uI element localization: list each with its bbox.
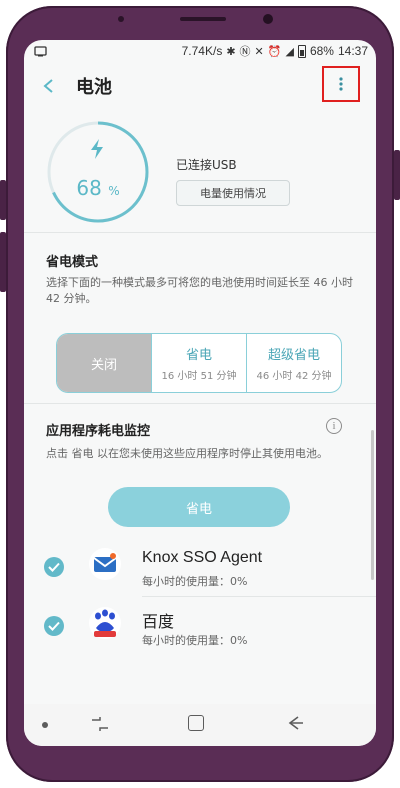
more-options-button[interactable]: [322, 66, 360, 102]
page-title: 电池: [76, 77, 112, 98]
checkmark-icon: [48, 621, 60, 631]
status-bar: 7.74K/s ✱ Ⓝ ✕ ⏰ ◢ 68% 14:37: [24, 40, 376, 62]
mode-off[interactable]: 关闭: [57, 334, 151, 392]
recent-apps-icon[interactable]: [90, 715, 110, 733]
knox-envelope-icon: [89, 548, 121, 580]
battery-percent-sign: %: [108, 184, 120, 198]
save-power-button[interactable]: 省电: [108, 487, 290, 527]
battery-icon: [297, 44, 306, 58]
mode-ultra-saving-time: 46 小时 42 分钟: [256, 371, 332, 382]
info-icon[interactable]: i: [326, 418, 342, 434]
back-button[interactable]: [30, 67, 68, 105]
network-speed: 7.74K/s: [181, 44, 223, 58]
list-item[interactable]: Knox SSO Agent 每小时的使用量：0%: [24, 539, 376, 597]
signal-icon: ◢: [285, 45, 294, 58]
baidu-paw-icon: [89, 607, 121, 639]
app-monitor-description: 点击 省电 以在您未使用这些应用程序时停止其使用电池。: [46, 447, 328, 460]
nfc-icon: Ⓝ: [239, 46, 251, 58]
mode-power-saving-time: 16 小时 51 分钟: [161, 371, 237, 382]
app-bar: 电池: [24, 62, 376, 110]
home-button[interactable]: [188, 715, 204, 731]
checkbox-checked[interactable]: [44, 557, 64, 577]
navigation-bar: [24, 704, 376, 746]
charging-status: 已连接USB: [176, 158, 237, 172]
battery-percent-value: 68: [76, 176, 102, 200]
nav-dot-indicator: [42, 722, 48, 728]
power-key: [394, 150, 400, 200]
mode-ultra-saving-label: 超级省电: [267, 348, 320, 363]
checkmark-icon: [48, 562, 60, 572]
checkbox-checked[interactable]: [44, 616, 64, 636]
battery-percent-status: 68%: [309, 44, 334, 58]
list-item[interactable]: 百度 每小时的使用量：0%: [24, 598, 376, 656]
charging-bolt-icon: [91, 139, 103, 159]
alarm-icon: ⏰: [267, 45, 282, 58]
app-monitor-title: 应用程序耗电监控: [46, 424, 151, 439]
volume-down-key: [0, 232, 6, 292]
earpiece-speaker: [180, 17, 226, 21]
battery-usage-button[interactable]: 电量使用情况: [176, 180, 290, 206]
bluetooth-icon: ✱: [226, 45, 236, 58]
app-name: Knox SSO Agent: [142, 549, 263, 566]
app-usage: 每小时的使用量：0%: [142, 575, 248, 588]
battery-level-ring: [47, 121, 149, 223]
device-frame: 7.74K/s ✱ Ⓝ ✕ ⏰ ◢ 68% 14:37 电池 68 % 已连接U…: [0, 0, 400, 788]
clock: 14:37: [337, 44, 368, 58]
nav-back-icon[interactable]: [286, 714, 304, 732]
mode-power-saving-label: 省电: [185, 348, 212, 363]
more-vertical-icon: [339, 77, 343, 91]
app-usage: 每小时的使用量：0%: [142, 634, 248, 647]
mode-off-label: 关闭: [90, 357, 117, 373]
volume-up-key: [0, 180, 6, 220]
battery-summary: 68 % 已连接USB 电量使用情况: [24, 110, 376, 233]
scrollbar[interactable]: [371, 430, 374, 580]
back-arrow-icon: [43, 79, 53, 93]
screen: 7.74K/s ✱ Ⓝ ✕ ⏰ ◢ 68% 14:37 电池 68 % 已连接U…: [24, 40, 376, 746]
battery-percent: 68 %: [46, 176, 150, 200]
divider: [142, 596, 376, 597]
power-mode-selector: 关闭 省电 16 小时 51 分钟 超级省电 46 小时 42 分钟: [56, 333, 342, 393]
app-name: 百度: [142, 614, 175, 631]
mode-power-saving[interactable]: 省电 16 小时 51 分钟: [151, 334, 246, 392]
power-saving-section: 省电模式 选择下面的一种模式最多可将您的电池使用时间延长至 46 小时 42 分…: [24, 233, 376, 404]
screen-cast-icon: [34, 45, 47, 56]
power-saving-description: 选择下面的一种模式最多可将您的电池使用时间延长至 46 小时 42 分钟。: [46, 276, 353, 305]
front-camera: [263, 14, 273, 24]
mute-icon: ✕: [254, 45, 264, 58]
mode-ultra-saving[interactable]: 超级省电 46 小时 42 分钟: [246, 334, 341, 392]
proximity-sensor: [118, 16, 124, 22]
power-saving-title: 省电模式: [46, 255, 99, 270]
app-power-monitor-section: 应用程序耗电监控 i 点击 省电 以在您未使用这些应用程序时停止其使用电池。 省…: [24, 404, 376, 724]
